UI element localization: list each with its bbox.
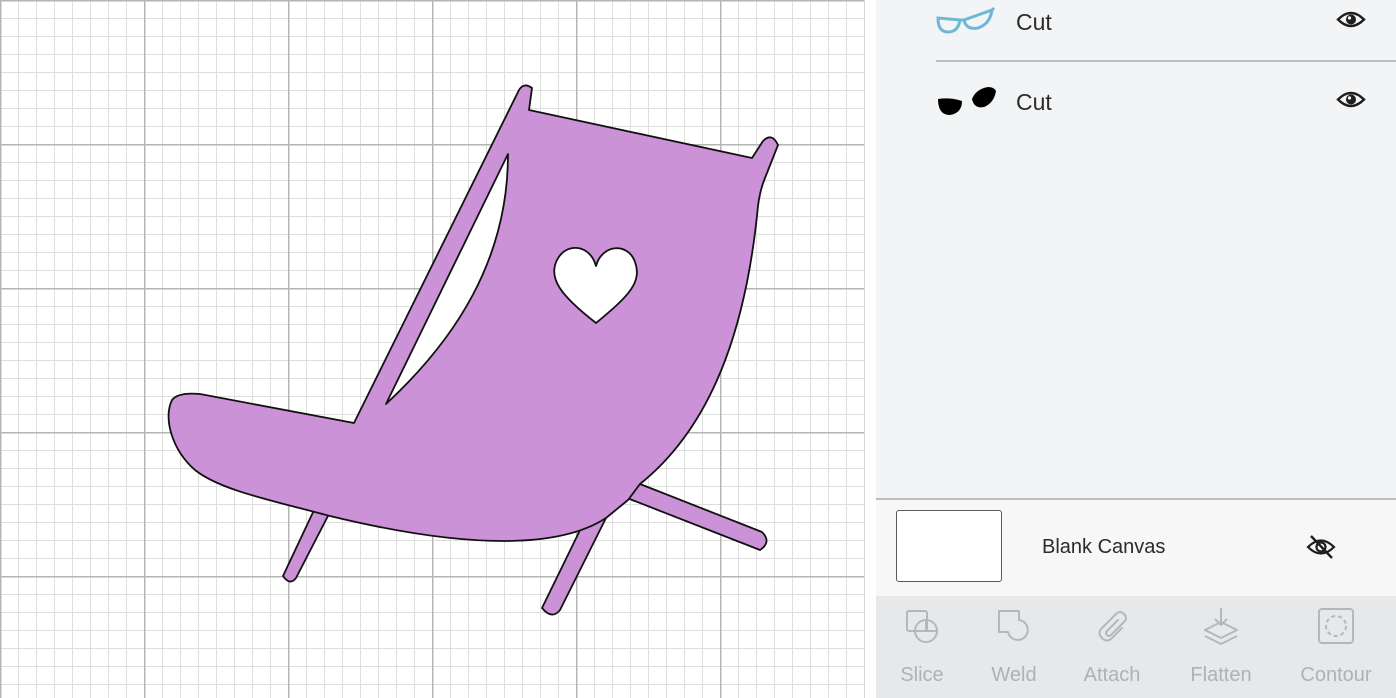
eye-off-icon[interactable] <box>1306 534 1336 565</box>
bottom-toolbar: Slice Weld Attach Flatten Contour <box>876 596 1396 698</box>
chair-leg-rear-right <box>621 483 768 551</box>
blank-canvas-label: Blank Canvas <box>1042 536 1166 558</box>
paperclip-icon <box>1098 611 1127 642</box>
chair-leg-back-left <box>282 507 331 583</box>
layer-label: Cut <box>1016 88 1052 115</box>
slice-icon <box>906 610 938 643</box>
flatten-icon <box>1204 608 1238 645</box>
contour-button[interactable]: Contour <box>1296 596 1376 698</box>
attach-label: Attach <box>1083 664 1141 686</box>
layer-row-glasses[interactable]: Cut <box>936 0 1396 62</box>
flatten-button[interactable]: Flatten <box>1186 596 1256 698</box>
weld-label: Weld <box>991 664 1037 686</box>
slice-button[interactable]: Slice <box>898 596 946 698</box>
layers-panel: Cut Cut Blank Canvas Slice Weld Attach F… <box>876 0 1396 698</box>
beach-chair-shape[interactable] <box>0 0 876 698</box>
lenses-icon <box>936 82 996 122</box>
weld-button[interactable]: Weld <box>990 596 1038 698</box>
attach-button[interactable]: Attach <box>1080 596 1144 698</box>
eye-icon[interactable] <box>1336 9 1366 36</box>
layer-row-lenses[interactable]: Cut <box>936 62 1396 142</box>
layer-label: Cut <box>1016 8 1052 35</box>
chair-body <box>167 84 779 542</box>
glasses-icon <box>936 2 996 42</box>
eye-icon[interactable] <box>1336 89 1366 116</box>
blank-canvas-row[interactable]: Blank Canvas <box>876 500 1396 596</box>
weld-icon <box>998 610 1029 641</box>
blank-canvas-thumbnail <box>896 510 1002 582</box>
contour-icon <box>1318 608 1354 644</box>
slice-label: Slice <box>900 664 944 686</box>
contour-label: Contour <box>1300 664 1372 686</box>
design-canvas[interactable] <box>0 0 876 698</box>
flatten-label: Flatten <box>1190 664 1252 686</box>
